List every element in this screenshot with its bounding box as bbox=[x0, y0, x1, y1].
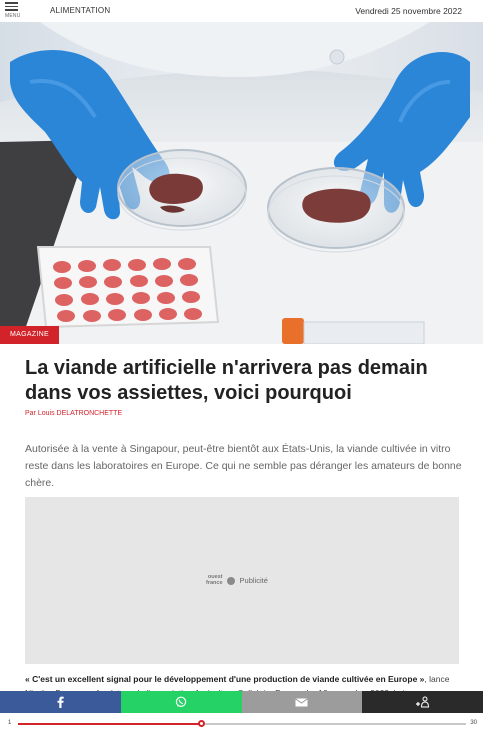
progress-start-label: 1 bbox=[8, 720, 12, 726]
more-share-button[interactable] bbox=[362, 691, 483, 713]
progress-handle[interactable] bbox=[198, 720, 206, 727]
menu-label: MENU bbox=[5, 13, 21, 19]
section-title: ALIMENTATION bbox=[50, 6, 111, 15]
byline-prefix: Par bbox=[25, 410, 38, 417]
body-line-1: « C'est un excellent signal pour le déve… bbox=[25, 672, 462, 686]
ad-label: Publicité bbox=[239, 576, 268, 585]
hero-image bbox=[0, 22, 483, 344]
article-lead: Autorisée à la vente à Singapour, peut-ê… bbox=[25, 443, 462, 489]
date-label: Vendredi 25 novembre 2022 bbox=[355, 6, 462, 16]
mail-icon bbox=[295, 697, 309, 706]
quote-text: « C'est un excellent signal pour le déve… bbox=[25, 674, 425, 684]
logo-dot-icon bbox=[226, 576, 235, 585]
author-link[interactable]: Louis DELATRONCHETTE bbox=[38, 410, 122, 417]
email-share-button[interactable] bbox=[241, 691, 363, 713]
share-bar bbox=[0, 691, 483, 713]
menu-button[interactable]: MENU bbox=[5, 2, 23, 20]
hamburger-icon bbox=[5, 2, 18, 4]
ouest-france-logo: ouest france bbox=[206, 574, 223, 586]
lab-photo-illustration bbox=[0, 22, 483, 344]
ad-content: ouest france Publicité bbox=[206, 574, 268, 586]
facebook-icon bbox=[57, 696, 65, 708]
byline: Par Louis DELATRONCHETTE bbox=[25, 410, 122, 417]
whatsapp-icon bbox=[175, 696, 187, 708]
progress-fill bbox=[18, 723, 202, 725]
top-bar: MENU ALIMENTATION Vendredi 25 novembre 2… bbox=[0, 0, 483, 22]
quote-tail: , lance bbox=[424, 674, 450, 684]
category-badge[interactable]: MAGAZINE bbox=[0, 326, 59, 344]
ad-placeholder[interactable]: ouest france Publicité bbox=[25, 497, 459, 664]
article-title: La viande artificielle n'arrivera pas de… bbox=[25, 357, 428, 404]
more-share-icon bbox=[415, 696, 429, 708]
article-progress: 1 30 bbox=[0, 713, 483, 735]
progress-track[interactable] bbox=[18, 720, 466, 727]
facebook-share-button[interactable] bbox=[0, 691, 121, 713]
whatsapp-share-button[interactable] bbox=[120, 691, 242, 713]
progress-end-label: 30 bbox=[470, 720, 477, 726]
